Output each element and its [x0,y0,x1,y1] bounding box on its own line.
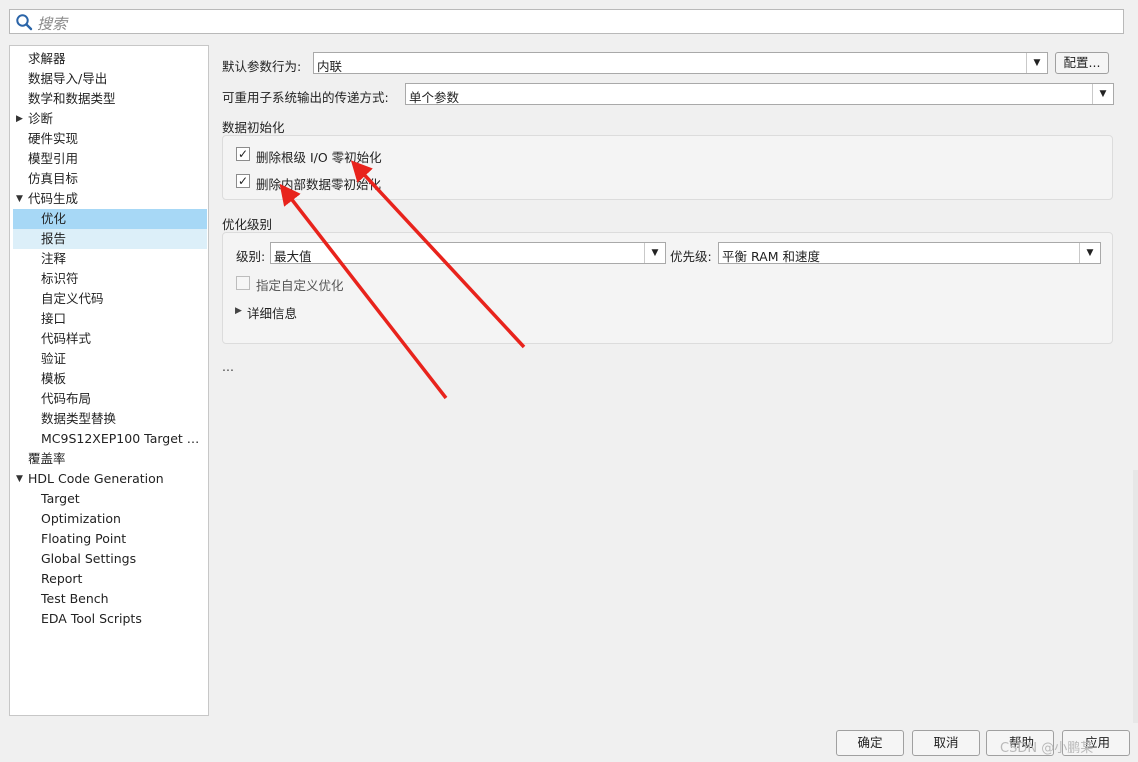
watermark: CSDN @小鹏某 [1000,741,1094,756]
annotation-arrows [279,160,526,400]
cancel-button[interactable]: 取消 [912,730,980,756]
ok-button[interactable]: 确定 [836,730,904,756]
window-edge [1133,470,1138,730]
arrow-to-internal-checkbox [279,183,448,400]
arrow-to-root-io-checkbox [350,160,526,349]
